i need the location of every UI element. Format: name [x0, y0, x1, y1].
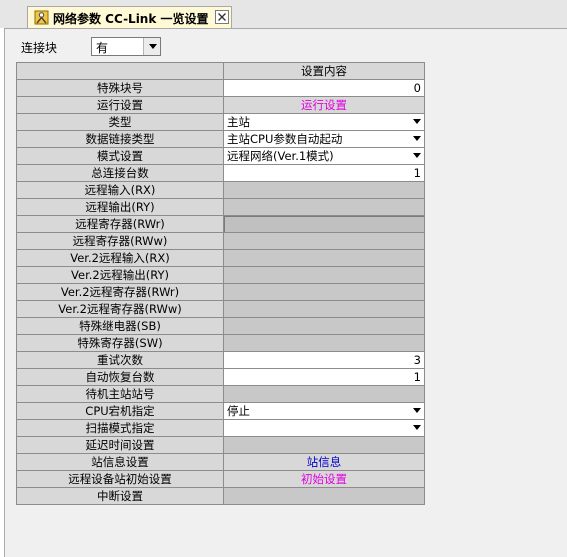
grid-header-title: 设置内容	[223, 62, 425, 80]
setting-select-value: 主站	[227, 114, 250, 129]
setting-label: Ver.2远程寄存器(RWr)	[16, 283, 224, 301]
setting-label: 远程寄存器(RWw)	[16, 232, 224, 250]
setting-label: 远程设备站初始设置	[16, 470, 224, 488]
setting-label: 自动恢复台数	[16, 368, 224, 386]
setting-input[interactable]: 1	[223, 368, 425, 386]
setting-button[interactable]: 运行设置	[223, 96, 425, 114]
table-row: 特殊寄存器(SW)	[16, 334, 425, 352]
setting-value-disabled	[223, 317, 425, 335]
table-row: 中断设置	[16, 487, 425, 505]
table-row: 远程输出(RY)	[16, 198, 425, 216]
setting-button[interactable]: 初始设置	[223, 470, 425, 488]
chevron-down-icon[interactable]	[409, 114, 424, 129]
setting-value-disabled	[223, 487, 425, 505]
setting-select[interactable]: 主站	[223, 113, 425, 131]
setting-label: 远程输出(RY)	[16, 198, 224, 216]
settings-pane: 连接块 有 设置内容 特殊块号 0 运行设置 运行设置 类型 主站 数据链接类型 主站CPU参…	[4, 28, 567, 557]
setting-label: 特殊寄存器(SW)	[16, 334, 224, 352]
setting-value-disabled	[223, 232, 425, 250]
table-row: CPU宕机指定 停止	[16, 402, 425, 420]
network-parameter-icon	[34, 10, 49, 25]
table-row: 类型 主站	[16, 113, 425, 131]
setting-label: 总连接台数	[16, 164, 224, 182]
close-icon[interactable]	[215, 10, 229, 24]
table-row: 重试次数 3	[16, 351, 425, 369]
connection-block-select[interactable]: 有	[91, 37, 161, 56]
setting-label: 远程寄存器(RWr)	[16, 215, 224, 233]
setting-input[interactable]: 1	[223, 164, 425, 182]
setting-select[interactable]: 主站CPU参数自动起动	[223, 130, 425, 148]
table-row: 延迟时间设置	[16, 436, 425, 454]
setting-label: 运行设置	[16, 96, 224, 114]
chevron-down-icon[interactable]	[409, 131, 424, 146]
table-row: 待机主站站号	[16, 385, 425, 403]
chevron-down-icon[interactable]	[409, 403, 424, 418]
setting-label: 站信息设置	[16, 453, 224, 471]
table-row: Ver.2远程寄存器(RWw)	[16, 300, 425, 318]
grid-header-row: 设置内容	[16, 62, 425, 80]
setting-value-disabled	[223, 198, 425, 216]
setting-input[interactable]: 0	[223, 79, 425, 97]
tab-strip: 网络参数 CC-Link 一览设置	[0, 0, 567, 28]
setting-label: 数据链接类型	[16, 130, 224, 148]
setting-select-value: 停止	[227, 403, 250, 418]
chevron-down-icon[interactable]	[409, 148, 424, 163]
table-row: 数据链接类型 主站CPU参数自动起动	[16, 130, 425, 148]
table-row: 运行设置 运行设置	[16, 96, 425, 114]
setting-select[interactable]: 远程网络(Ver.1模式)	[223, 147, 425, 165]
setting-label: 中断设置	[16, 487, 224, 505]
setting-label: Ver.2远程输出(RY)	[16, 266, 224, 284]
setting-select-value: 主站CPU参数自动起动	[227, 131, 343, 146]
table-row: Ver.2远程寄存器(RWr)	[16, 283, 425, 301]
table-row: 远程寄存器(RWw)	[16, 232, 425, 250]
setting-select[interactable]: 停止	[223, 402, 425, 420]
table-row: 特殊继电器(SB)	[16, 317, 425, 335]
setting-label: 远程输入(RX)	[16, 181, 224, 199]
table-row: 远程设备站初始设置 初始设置	[16, 470, 425, 488]
setting-input[interactable]: 3	[223, 351, 425, 369]
table-row: 扫描模式指定	[16, 419, 425, 437]
setting-value-disabled	[223, 181, 425, 199]
table-row: 自动恢复台数 1	[16, 368, 425, 386]
setting-value-disabled	[223, 385, 425, 403]
setting-value-disabled	[223, 300, 425, 318]
setting-label: 待机主站站号	[16, 385, 224, 403]
connection-block-label: 连接块	[21, 41, 58, 55]
table-row: 总连接台数 1	[16, 164, 425, 182]
setting-label: Ver.2远程输入(RX)	[16, 249, 224, 267]
table-row: Ver.2远程输入(RX)	[16, 249, 425, 267]
connection-block-value: 有	[96, 41, 109, 55]
setting-select-value: 远程网络(Ver.1模式)	[227, 148, 334, 163]
setting-button[interactable]: 站信息	[223, 453, 425, 471]
table-row: Ver.2远程输出(RY)	[16, 266, 425, 284]
setting-value-disabled	[223, 283, 425, 301]
table-row: 站信息设置 站信息	[16, 453, 425, 471]
table-row: 特殊块号 0	[16, 79, 425, 97]
setting-select[interactable]	[223, 419, 425, 437]
setting-value-disabled	[223, 249, 425, 267]
setting-label: 扫描模式指定	[16, 419, 224, 437]
setting-value-disabled	[223, 215, 425, 233]
settings-grid: 设置内容 特殊块号 0 运行设置 运行设置 类型 主站 数据链接类型 主站CPU参数自动起动模…	[16, 62, 425, 505]
table-row: 远程输入(RX)	[16, 181, 425, 199]
setting-label: 特殊块号	[16, 79, 224, 97]
setting-label: 特殊继电器(SB)	[16, 317, 224, 335]
setting-label: Ver.2远程寄存器(RWw)	[16, 300, 224, 318]
setting-label: 重试次数	[16, 351, 224, 369]
setting-label: CPU宕机指定	[16, 402, 224, 420]
setting-label: 延迟时间设置	[16, 436, 224, 454]
setting-label: 类型	[16, 113, 224, 131]
table-row: 模式设置 远程网络(Ver.1模式)	[16, 147, 425, 165]
chevron-down-icon[interactable]	[143, 38, 160, 55]
tab-title: 网络参数 CC-Link 一览设置	[53, 12, 209, 26]
setting-label: 模式设置	[16, 147, 224, 165]
grid-header-blank	[16, 62, 224, 80]
setting-value-disabled	[223, 334, 425, 352]
tab-cclink-settings[interactable]: 网络参数 CC-Link 一览设置	[27, 6, 232, 28]
table-row: 远程寄存器(RWr)	[16, 215, 425, 233]
setting-value-disabled	[223, 266, 425, 284]
chevron-down-icon[interactable]	[409, 420, 424, 435]
setting-value-disabled	[223, 436, 425, 454]
